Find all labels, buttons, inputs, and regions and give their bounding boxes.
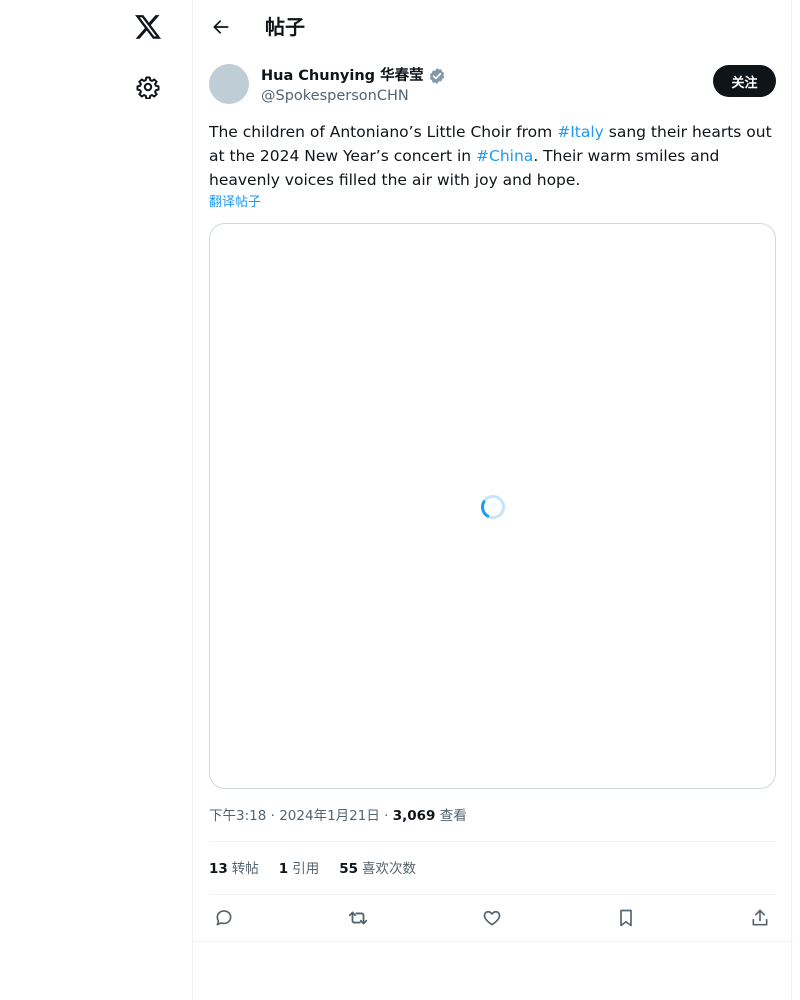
action-bar (209, 903, 776, 933)
post-detail-column: 帖子 Hua Chunying 华春莹 @SpokespersonCHN 关注 … (192, 0, 793, 1000)
like-icon[interactable] (477, 903, 507, 933)
author-handle[interactable]: @SpokespersonCHN (261, 86, 409, 106)
post-date[interactable]: 2024年1月21日 (279, 808, 380, 824)
author-name[interactable]: Hua Chunying 华春莹 (261, 66, 446, 86)
quotes-count: 1 (278, 861, 289, 877)
follow-button[interactable]: 关注 (713, 65, 776, 97)
views-count: 3,069 (392, 808, 436, 824)
loading-spinner-icon (480, 494, 506, 520)
top-bar: 帖子 (193, 0, 793, 54)
divider (209, 894, 776, 895)
post-meta: 下午3:18 · 2024年1月21日 · 3,069 查看 (209, 806, 467, 826)
likes-stat[interactable]: 55 喜欢次数 (339, 859, 416, 879)
divider (209, 841, 776, 842)
left-nav (0, 0, 192, 1000)
quotes-stat[interactable]: 1 引用 (279, 859, 319, 879)
hashtag-link[interactable]: #China (476, 147, 533, 165)
views-label: 查看 (439, 808, 467, 824)
reposts-stat[interactable]: 13 转帖 (209, 859, 259, 879)
meta-separator: · (270, 808, 280, 824)
hashtag-link[interactable]: #Italy (557, 123, 604, 141)
translate-post-link[interactable]: 翻译帖子 (209, 194, 261, 212)
reposts-count: 13 (209, 861, 228, 877)
likes-count: 55 (339, 861, 358, 877)
likes-label: 喜欢次数 (362, 861, 416, 877)
verified-badge-icon (428, 67, 446, 85)
gear-icon[interactable] (133, 72, 163, 102)
avatar[interactable] (209, 64, 249, 104)
author-name-text: Hua Chunying 华春莹 (261, 68, 424, 84)
arrow-left-icon[interactable] (207, 13, 235, 41)
x-logo-icon[interactable] (131, 10, 165, 44)
post-time[interactable]: 下午3:18 (209, 808, 266, 824)
engagement-stats: 13 转帖 1 引用 55 喜欢次数 (209, 859, 416, 879)
quotes-label: 引用 (292, 861, 320, 877)
repost-icon[interactable] (343, 903, 373, 933)
reply-icon[interactable] (209, 903, 239, 933)
post-text-part: The children of Antoniano’s Little Choir… (209, 123, 558, 141)
reposts-label: 转帖 (231, 861, 259, 877)
divider (193, 941, 793, 942)
meta-separator: · (384, 808, 393, 824)
bookmark-icon[interactable] (611, 903, 641, 933)
share-icon[interactable] (745, 903, 775, 933)
media-container[interactable] (209, 223, 776, 789)
page-title: 帖子 (265, 15, 305, 39)
post-text: The children of Antoniano’s Little Choir… (209, 120, 775, 192)
